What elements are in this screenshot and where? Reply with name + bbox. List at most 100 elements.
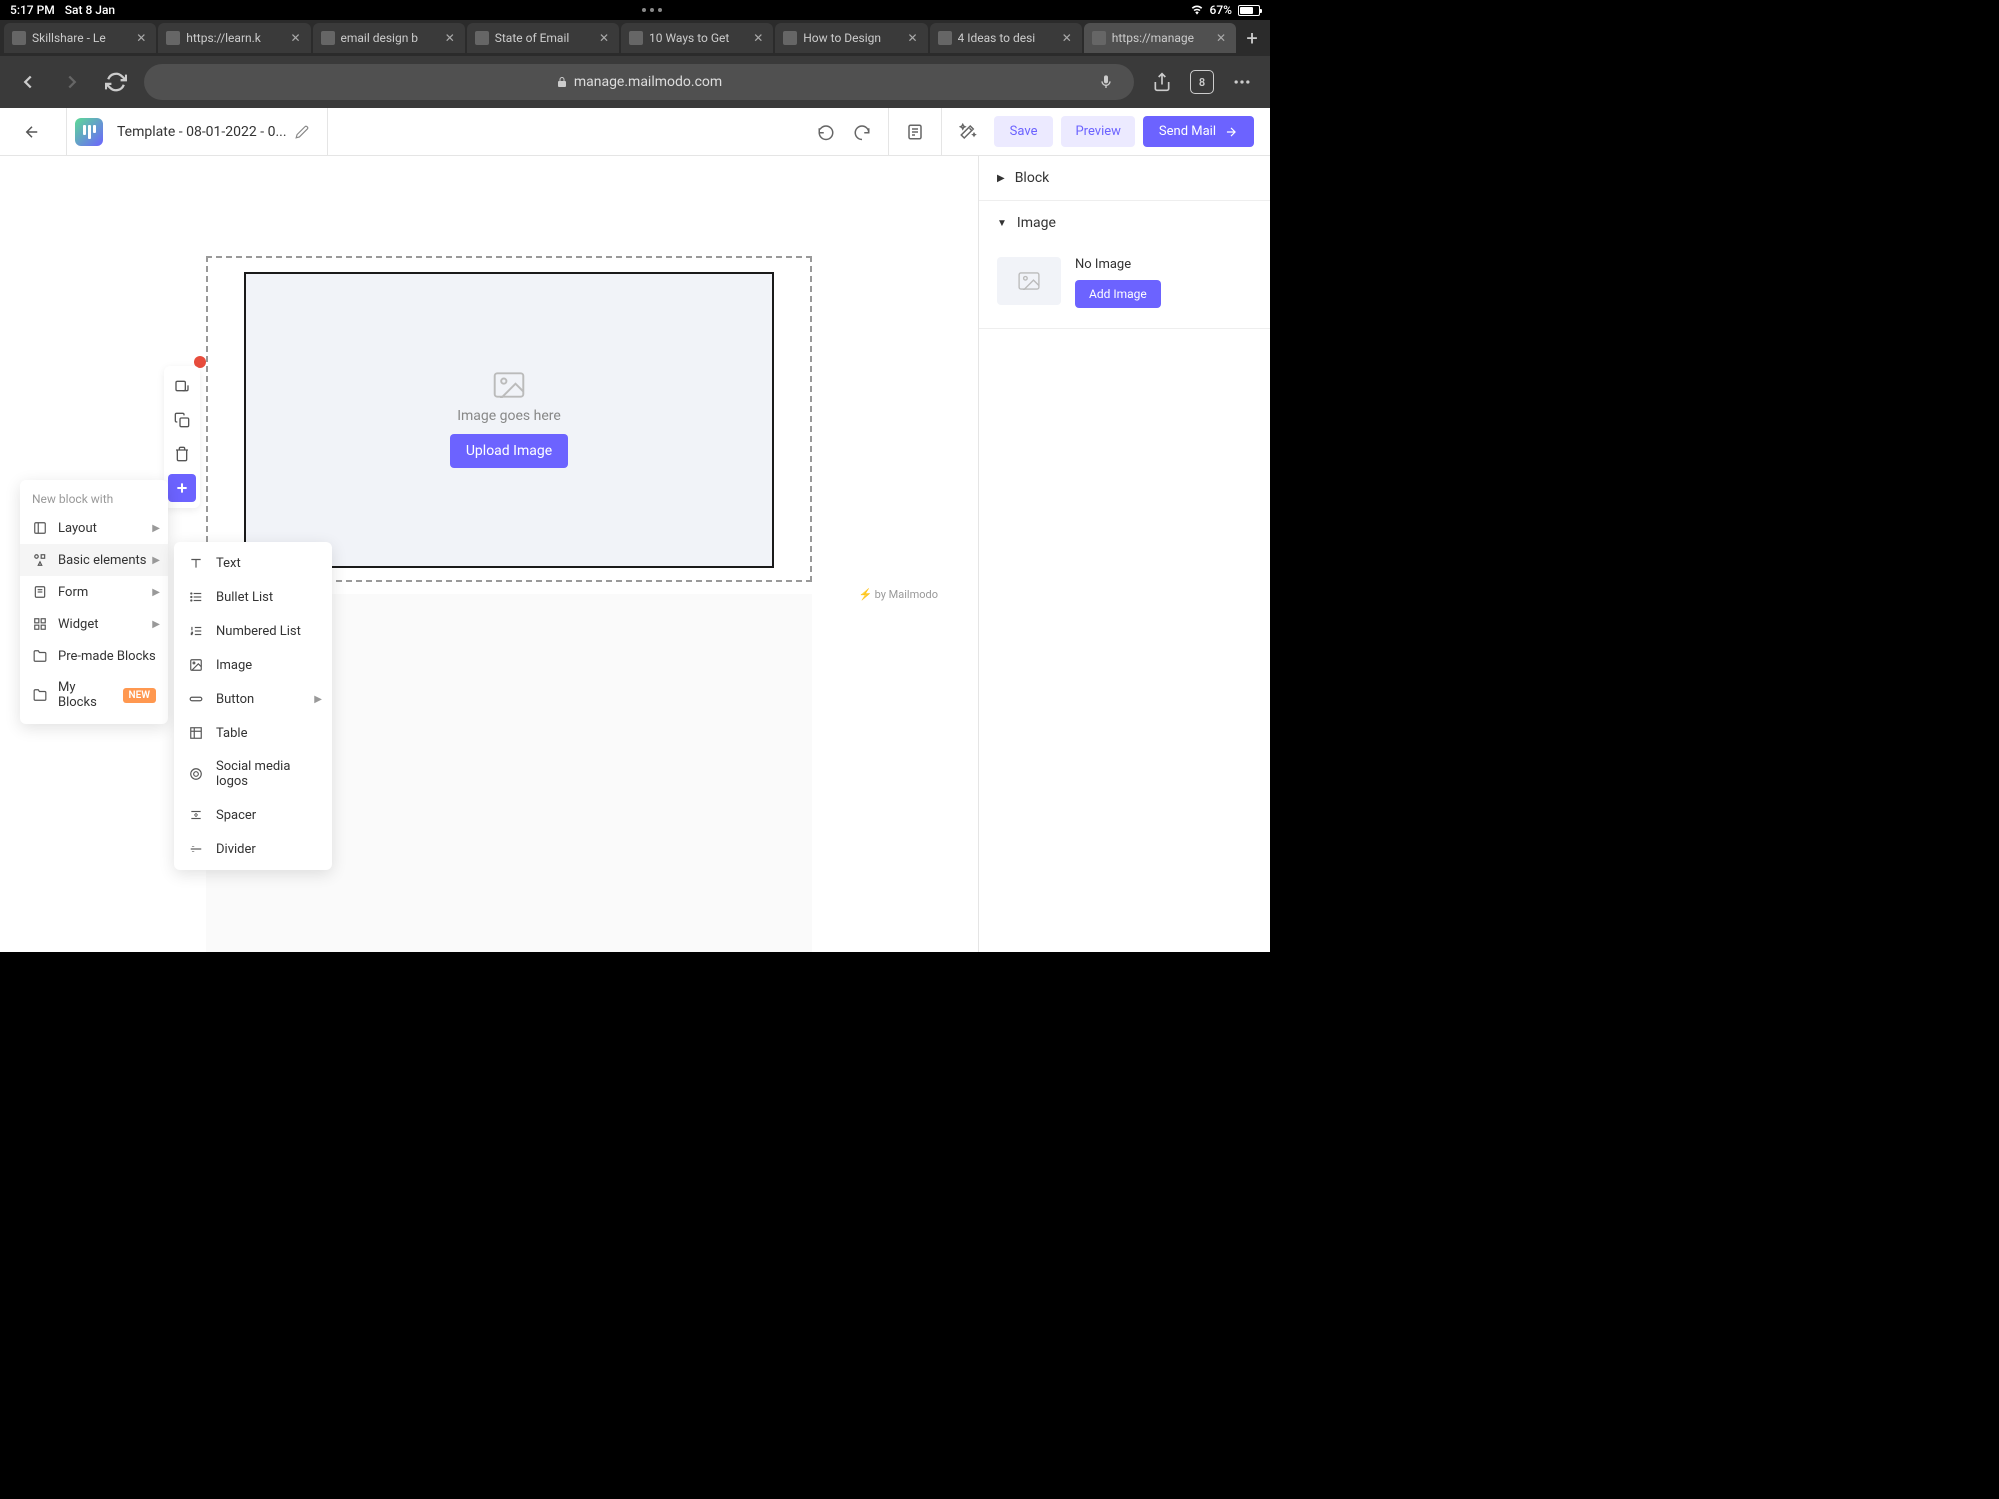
browser-tab[interactable]: Skillshare - Le✕ [4, 23, 156, 53]
browser-tab[interactable]: State of Email✕ [467, 23, 619, 53]
upload-image-button[interactable]: Upload Image [450, 434, 568, 468]
share-button[interactable] [1146, 66, 1178, 98]
battery-percent: 67% [1210, 3, 1232, 17]
menu-item-widget[interactable]: Widget▶ [20, 608, 168, 640]
submenu-item-button[interactable]: Button▶ [174, 682, 332, 716]
menu-item-premade-blocks[interactable]: Pre-made Blocks [20, 640, 168, 672]
send-mail-button[interactable]: Send Mail [1143, 116, 1254, 147]
social-icon [188, 766, 204, 782]
favicon-icon [938, 31, 952, 45]
canvas-area[interactable]: Image goes here Upload Image ⚡by Mailmod… [0, 156, 978, 952]
reload-button[interactable] [100, 66, 132, 98]
mic-icon[interactable] [1090, 66, 1122, 98]
battery-icon [1238, 5, 1260, 16]
submenu-item-divider[interactable]: Divider [174, 832, 332, 866]
new-badge: NEW [123, 688, 157, 703]
email-block-border: Image goes here Upload Image [206, 256, 812, 582]
browser-tab[interactable]: https://manage✕ [1084, 23, 1236, 53]
submenu-item-bullet-list[interactable]: Bullet List [174, 580, 332, 614]
browser-toolbar: manage.mailmodo.com 8 [0, 56, 1270, 108]
tab-count[interactable]: 8 [1190, 70, 1214, 94]
shapes-icon [32, 552, 48, 568]
panel-section-block[interactable]: ▶Block [979, 156, 1270, 200]
edit-name-button[interactable] [295, 125, 309, 139]
browser-tab[interactable]: email design b✕ [313, 23, 465, 53]
save-button[interactable]: Save [994, 116, 1054, 147]
forward-button[interactable] [56, 66, 88, 98]
duplicate-block-button[interactable] [168, 406, 196, 434]
app-container: Template - 08-01-2022 - 0... Save Previe… [0, 108, 1270, 952]
numbered-list-icon [188, 623, 204, 639]
magic-button[interactable] [950, 114, 986, 150]
menu-item-layout[interactable]: Layout▶ [20, 512, 168, 544]
template-name: Template - 08-01-2022 - 0... [117, 124, 287, 140]
divider-icon [188, 841, 204, 857]
new-tab-button[interactable]: + [1238, 24, 1266, 52]
redo-button[interactable] [844, 114, 880, 150]
layout-icon [32, 520, 48, 536]
submenu-item-image[interactable]: Image [174, 648, 332, 682]
favicon-icon [1092, 31, 1106, 45]
chevron-right-icon: ▶ [152, 619, 160, 630]
wifi-icon [1190, 5, 1204, 15]
new-block-menu: New block with Layout▶ Basic elements▶ F… [20, 480, 168, 724]
favicon-icon [629, 31, 643, 45]
close-icon[interactable]: ✕ [1214, 31, 1228, 45]
submenu-item-text[interactable]: Text [174, 546, 332, 580]
email-block[interactable]: Image goes here Upload Image [206, 256, 812, 582]
close-icon[interactable]: ✕ [751, 31, 765, 45]
add-block-button[interactable] [168, 474, 196, 502]
status-date: Sat 8 Jan [65, 3, 115, 17]
no-image-label: No Image [1075, 257, 1161, 272]
new-block-menu-title: New block with [20, 486, 168, 512]
folder-icon [32, 687, 48, 703]
close-icon[interactable]: ✕ [134, 31, 148, 45]
delete-block-button[interactable] [168, 440, 196, 468]
close-icon[interactable]: ✕ [289, 31, 303, 45]
text-icon [188, 555, 204, 571]
image-placeholder-icon [493, 372, 525, 398]
panel-section-image[interactable]: ▼Image [979, 201, 1270, 245]
close-icon[interactable]: ✕ [906, 31, 920, 45]
add-image-button[interactable]: Add Image [1075, 280, 1161, 308]
menu-item-basic-elements[interactable]: Basic elements▶ [20, 544, 168, 576]
bolt-icon: ⚡ [859, 588, 873, 601]
status-time: 5:17 PM [10, 3, 55, 17]
form-icon [32, 584, 48, 600]
image-block[interactable]: Image goes here Upload Image [244, 272, 774, 568]
main-area: Image goes here Upload Image ⚡by Mailmod… [0, 156, 1270, 952]
favicon-icon [166, 31, 180, 45]
browser-tab[interactable]: 4 Ideas to desi✕ [930, 23, 1082, 53]
chevron-right-icon: ▶ [152, 587, 160, 598]
close-icon[interactable]: ✕ [597, 31, 611, 45]
favicon-icon [321, 31, 335, 45]
preview-button[interactable]: Preview [1061, 116, 1134, 147]
app-logo [75, 118, 103, 146]
submenu-item-social[interactable]: Social media logos [174, 750, 332, 798]
menu-item-form[interactable]: Form▶ [20, 576, 168, 608]
chevron-right-icon: ▶ [152, 555, 160, 566]
basic-elements-submenu: Text Bullet List Numbered List Image But… [174, 542, 332, 870]
url-bar[interactable]: manage.mailmodo.com [144, 64, 1134, 100]
more-button[interactable] [1226, 66, 1258, 98]
chevron-right-icon: ▶ [314, 694, 322, 705]
undo-button[interactable] [808, 114, 844, 150]
submenu-item-table[interactable]: Table [174, 716, 332, 750]
close-icon[interactable]: ✕ [443, 31, 457, 45]
back-button[interactable] [12, 66, 44, 98]
submenu-item-numbered-list[interactable]: Numbered List [174, 614, 332, 648]
browser-tab[interactable]: https://learn.k✕ [158, 23, 310, 53]
app-back-button[interactable] [16, 116, 48, 148]
app-header: Template - 08-01-2022 - 0... Save Previe… [0, 108, 1270, 156]
notes-button[interactable] [897, 114, 933, 150]
menu-item-my-blocks[interactable]: My BlocksNEW [20, 672, 168, 718]
favicon-icon [783, 31, 797, 45]
browser-tab[interactable]: 10 Ways to Get✕ [621, 23, 773, 53]
move-block-button[interactable] [168, 372, 196, 400]
image-thumbnail [997, 257, 1061, 305]
browser-tab[interactable]: How to Design✕ [775, 23, 927, 53]
submenu-item-spacer[interactable]: Spacer [174, 798, 332, 832]
browser-tab-bar: Skillshare - Le✕ https://learn.k✕ email … [0, 20, 1270, 56]
close-icon[interactable]: ✕ [1060, 31, 1074, 45]
properties-panel: ▶Block ▼Image No Image Add Image [978, 156, 1270, 952]
